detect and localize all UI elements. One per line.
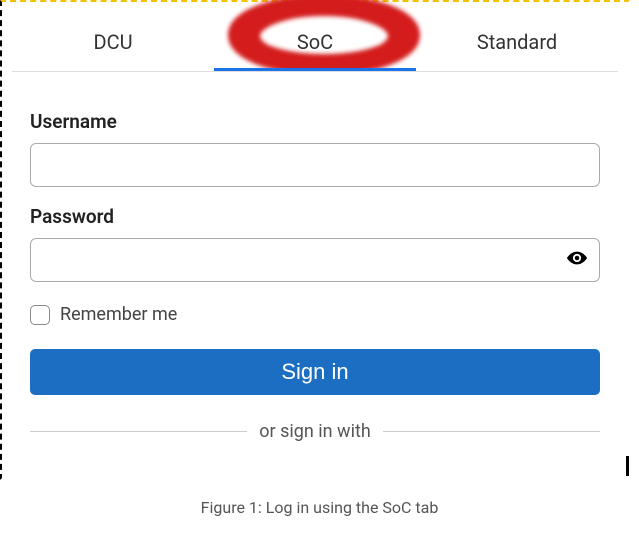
divider-text: or sign in with bbox=[259, 421, 371, 442]
tab-standard[interactable]: Standard bbox=[416, 20, 618, 71]
username-label: Username bbox=[30, 110, 600, 133]
tab-soc[interactable]: SoC bbox=[214, 20, 416, 71]
screenshot-frame: DCU SoC Standard Username Password Remem… bbox=[0, 0, 630, 480]
remember-checkbox[interactable] bbox=[30, 305, 50, 325]
remember-label: Remember me bbox=[60, 304, 177, 325]
signin-button[interactable]: Sign in bbox=[30, 349, 600, 395]
show-password-icon[interactable] bbox=[566, 247, 588, 273]
tab-dcu[interactable]: DCU bbox=[12, 20, 214, 71]
text-cursor bbox=[626, 456, 629, 476]
divider-line-left bbox=[30, 431, 247, 432]
tab-bar: DCU SoC Standard bbox=[12, 2, 618, 72]
figure-caption: Figure 1: Log in using the SoC tab bbox=[0, 498, 639, 517]
password-label: Password bbox=[30, 205, 600, 228]
username-input[interactable] bbox=[30, 143, 600, 187]
divider-line-right bbox=[383, 431, 600, 432]
password-input[interactable] bbox=[30, 238, 600, 282]
alt-signin-divider: or sign in with bbox=[30, 421, 600, 442]
remember-row: Remember me bbox=[30, 304, 600, 325]
login-form: Username Password Remember me Sign in or… bbox=[2, 72, 628, 442]
